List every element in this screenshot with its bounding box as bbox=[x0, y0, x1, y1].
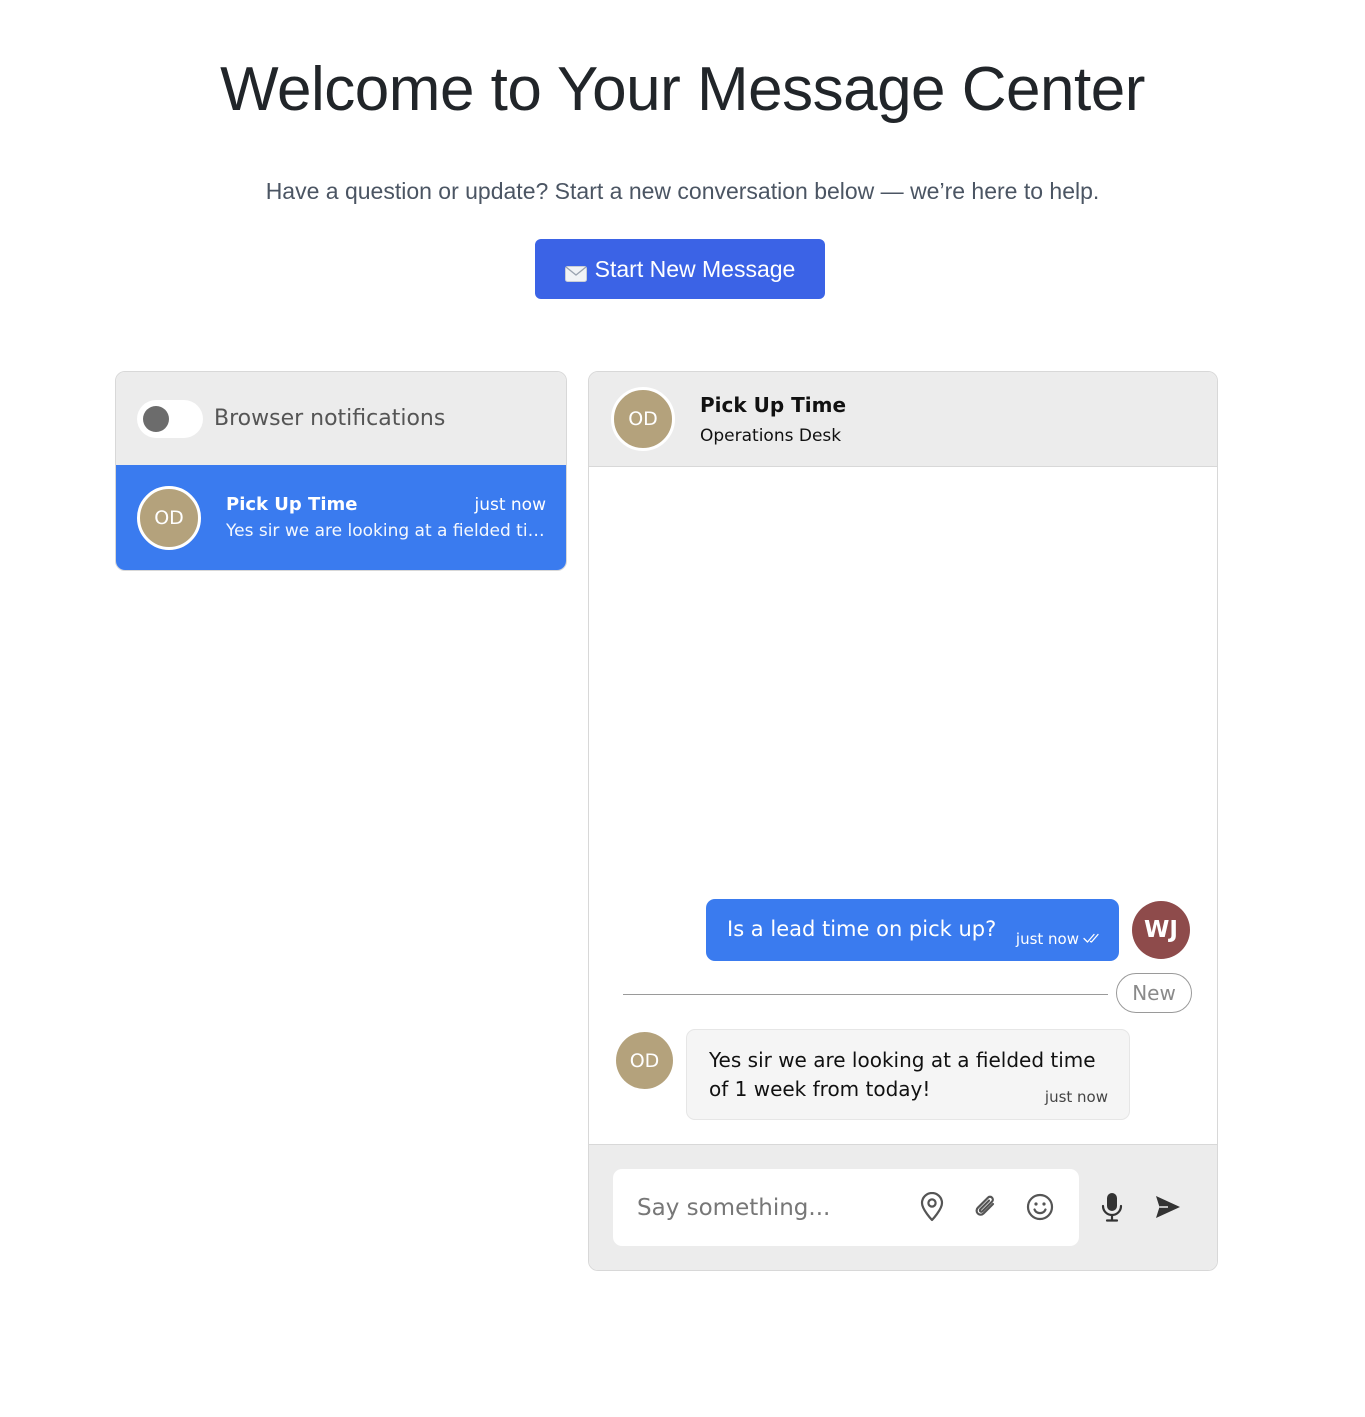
page-title: Welcome to Your Message Center bbox=[220, 55, 1145, 124]
message-input[interactable] bbox=[635, 1187, 909, 1229]
browser-notifications-label: Browser notifications bbox=[214, 406, 446, 431]
chat-avatar: OD bbox=[611, 387, 675, 451]
outgoing-message-bubble: Is a lead time on pick up? just now bbox=[706, 899, 1119, 961]
start-new-message-label: Start New Message bbox=[594, 255, 796, 282]
outgoing-message-time: just now bbox=[1015, 930, 1079, 948]
emoji-icon[interactable] bbox=[1022, 1189, 1058, 1225]
chat-subtitle: Operations Desk bbox=[700, 425, 842, 446]
conversation-avatar: OD bbox=[137, 485, 201, 550]
chat-title: Pick Up Time bbox=[700, 392, 847, 417]
conversation-title: Pick Up Time bbox=[226, 494, 358, 515]
chat-panel: OD Pick Up Time Operations Desk Is a lea… bbox=[588, 371, 1218, 1271]
new-messages-divider bbox=[623, 994, 1108, 995]
page-subtitle: Have a question or update? Start a new c… bbox=[265, 178, 1100, 204]
conversation-time: just now bbox=[474, 495, 546, 515]
conversation-item[interactable]: OD Pick Up Time just now Yes sir we are … bbox=[116, 465, 566, 570]
microphone-icon[interactable] bbox=[1094, 1189, 1130, 1225]
envelope-icon bbox=[564, 261, 587, 282]
conversation-sidebar: Browser notifications OD Pick Up Time ju… bbox=[115, 371, 567, 571]
message-input-box bbox=[613, 1169, 1079, 1246]
start-new-message-button[interactable]: Start New Message bbox=[535, 239, 825, 299]
incoming-avatar: OD bbox=[616, 1032, 673, 1089]
user-avatar: WJ bbox=[1132, 901, 1190, 959]
notifications-header: Browser notifications bbox=[116, 372, 566, 465]
chat-header: OD Pick Up Time Operations Desk bbox=[589, 372, 1217, 467]
browser-notifications-toggle[interactable] bbox=[137, 399, 203, 438]
paperclip-icon[interactable] bbox=[968, 1189, 1004, 1225]
toggle-knob bbox=[143, 405, 169, 432]
incoming-message-bubble: Yes sir we are looking at a fielded time… bbox=[686, 1029, 1130, 1120]
incoming-message-time: just now bbox=[1044, 1088, 1108, 1106]
send-icon[interactable] bbox=[1150, 1189, 1186, 1225]
conversation-preview: Yes sir we are looking at a fielded time… bbox=[226, 521, 546, 541]
outgoing-message-text: Is a lead time on pick up? bbox=[727, 917, 997, 941]
new-messages-badge: New bbox=[1116, 973, 1192, 1013]
conversation-text: Pick Up Time just now Yes sir we are loo… bbox=[226, 494, 546, 541]
message-composer bbox=[589, 1144, 1217, 1270]
outgoing-message-meta: just now bbox=[1016, 930, 1103, 948]
double-check-icon bbox=[1083, 930, 1103, 948]
message-list[interactable]: Is a lead time on pick up? just now WJ N… bbox=[589, 467, 1217, 1144]
location-pin-icon[interactable] bbox=[914, 1189, 950, 1225]
